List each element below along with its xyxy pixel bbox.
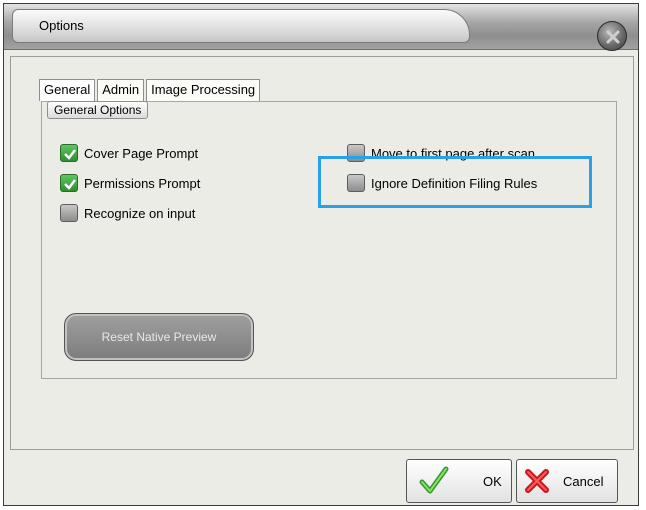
red-x-icon [517,467,557,495]
title-bar[interactable]: Options [4,4,638,51]
checkmark-icon [407,464,461,498]
cancel-button[interactable]: Cancel [516,459,618,503]
reset-native-preview-button[interactable]: Reset Native Preview [64,313,254,361]
checkbox-label: Permissions Prompt [84,175,201,191]
options-dialog: Options General Admin Image Processing G… [3,3,639,506]
tab-strip: General Admin Image Processing [39,79,262,101]
close-button[interactable] [597,21,627,51]
ok-button[interactable]: OK [406,459,512,503]
checkbox-label: Cover Page Prompt [84,145,199,161]
title-tab: Options [12,9,470,43]
cancel-label: Cancel [563,473,604,489]
group-label: General Options [47,101,149,119]
close-icon [606,30,620,44]
tab-image-processing[interactable]: Image Processing [146,79,261,101]
highlight-box [318,156,592,208]
permissions-prompt-checkbox[interactable]: Permissions Prompt [60,174,200,192]
window-title: Options [39,18,84,33]
checkbox-checked-icon [60,144,78,162]
recognize-on-input-checkbox[interactable]: Recognize on input [60,204,195,222]
dialog-client-area: General Admin Image Processing General O… [10,56,634,450]
ok-label: OK [483,473,502,489]
checkbox-unchecked-icon [60,204,78,222]
tab-general[interactable]: General [39,79,96,101]
tab-admin[interactable]: Admin [97,79,145,101]
checkbox-label: Recognize on input [84,205,196,221]
general-options-panel: General Options Cover Page Prompt Permis… [41,101,617,379]
cover-page-prompt-checkbox[interactable]: Cover Page Prompt [60,144,198,162]
checkbox-checked-icon [60,174,78,192]
